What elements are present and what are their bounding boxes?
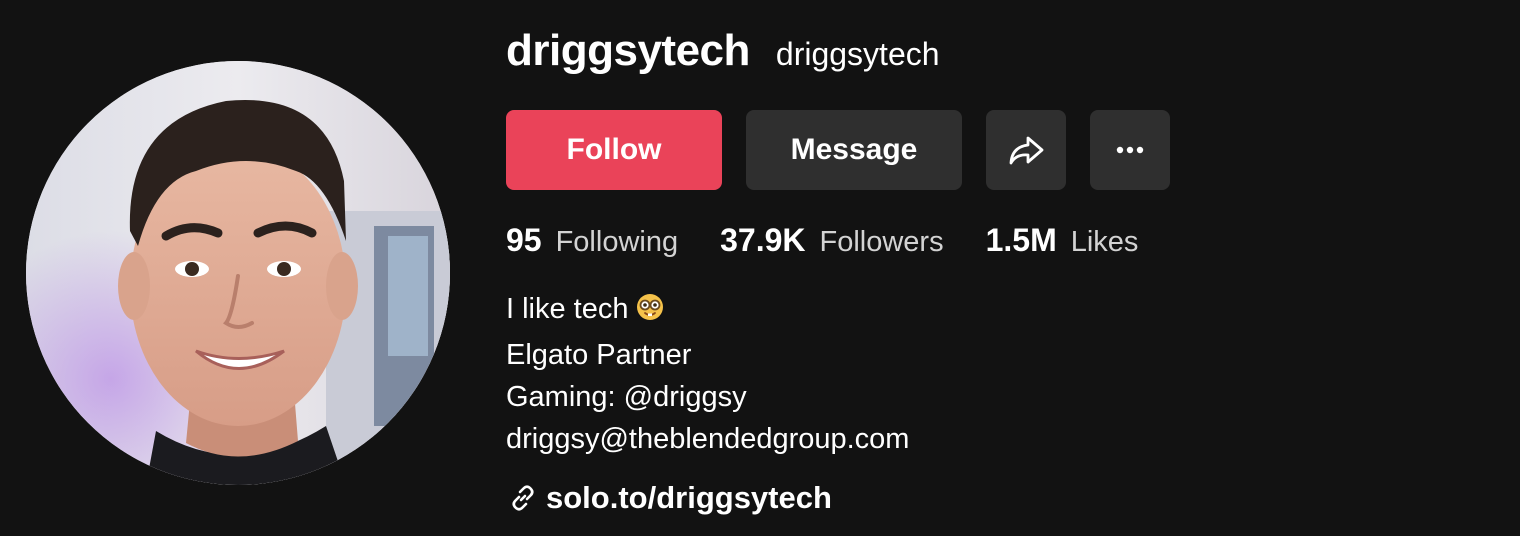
bio-line-2: Elgato Partner: [506, 339, 692, 371]
more-button[interactable]: [1090, 110, 1170, 190]
followers-count: 37.9K: [720, 222, 806, 258]
avatar-image: [26, 61, 450, 485]
likes-label: Likes: [1070, 226, 1139, 258]
stat-likes: 1.5M Likes: [986, 222, 1139, 259]
nerd-face-emoji-icon: [635, 292, 665, 334]
action-buttons: Follow Message: [506, 110, 1170, 190]
stat-followers[interactable]: 37.9K Followers: [720, 222, 943, 259]
display-name: driggsytech: [506, 26, 750, 75]
likes-count: 1.5M: [985, 222, 1057, 258]
avatar[interactable]: [26, 61, 450, 485]
bio-line-1: I like tech: [506, 288, 909, 334]
following-count: 95: [506, 222, 542, 258]
followers-label: Followers: [819, 226, 944, 258]
stat-following[interactable]: 95 Following: [506, 222, 678, 259]
link-icon: [512, 485, 534, 511]
following-label: Following: [555, 226, 679, 258]
bio-line-1-text: I like tech: [506, 293, 629, 325]
bio-line-3: Gaming: @driggsy: [506, 381, 747, 413]
name-row: driggsytech driggsytech: [506, 26, 1506, 88]
profile-link-text[interactable]: solo.to/driggsytech: [546, 480, 832, 516]
follow-button[interactable]: Follow: [506, 110, 722, 190]
stats-row: 95 Following 37.9K Followers 1.5M Likes: [506, 222, 1180, 259]
more-horizontal-icon: [1116, 146, 1144, 154]
profile-info: driggsytech driggsytech Follow Message 9…: [506, 26, 1506, 515]
profile-header: driggsytech driggsytech Follow Message 9…: [0, 0, 1520, 536]
bio: I like tech Elgato Partner Gaming: @drig…: [506, 288, 909, 460]
share-button[interactable]: [986, 110, 1066, 190]
username: driggsytech: [775, 36, 940, 72]
share-arrow-icon: [1009, 136, 1044, 165]
profile-link[interactable]: solo.to/driggsytech: [508, 480, 832, 516]
bio-line-4: driggsy@theblendedgroup.com: [506, 423, 910, 455]
message-button[interactable]: Message: [746, 110, 962, 190]
